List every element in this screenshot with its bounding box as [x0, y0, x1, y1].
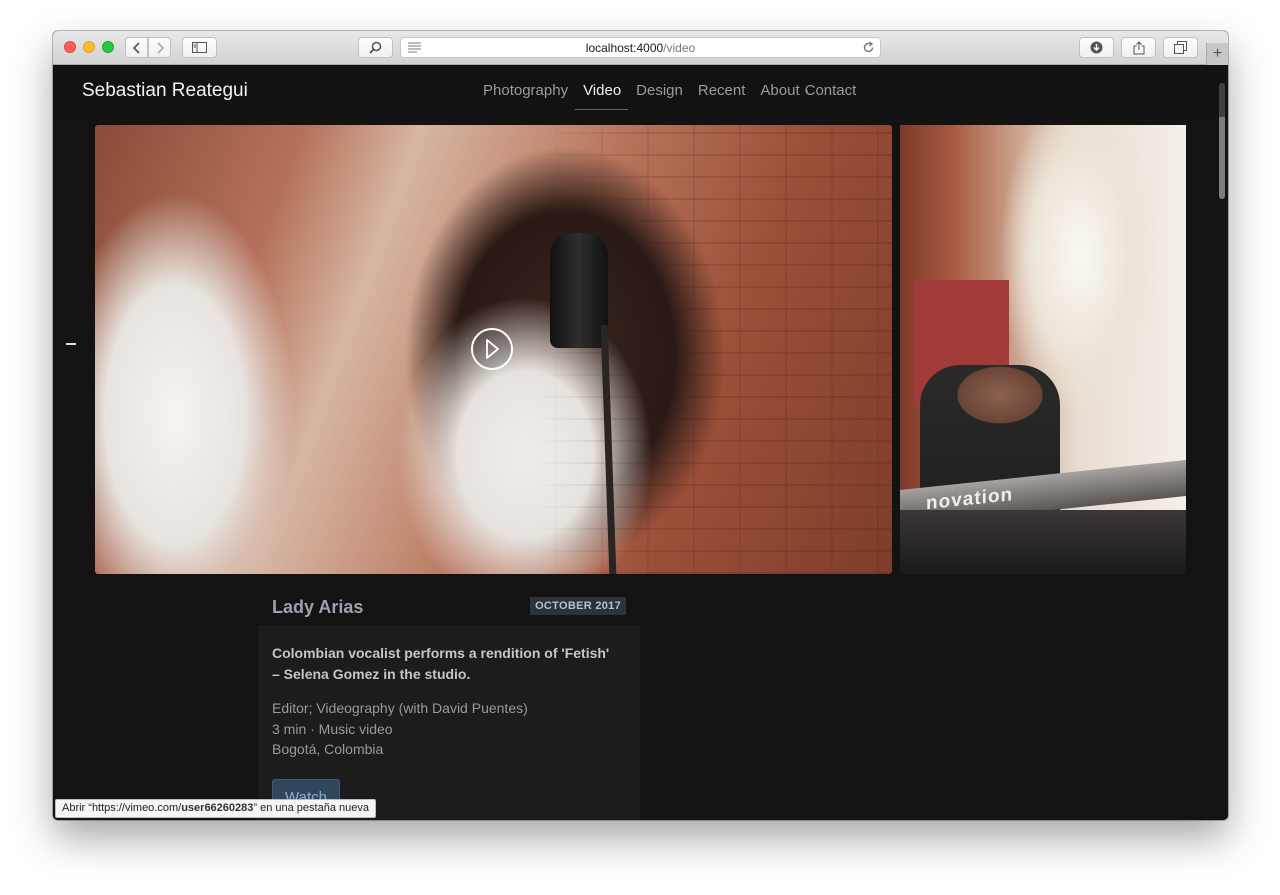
forward-button[interactable]: [148, 37, 171, 58]
status-suffix: ” en una pestaña nueva: [253, 802, 369, 814]
back-icon: [132, 41, 140, 54]
nav-design[interactable]: Design: [636, 82, 683, 99]
search-icon: [369, 41, 382, 54]
status-prefix: Abrir “https://vimeo.com/: [62, 802, 182, 814]
browser-window: localhost:4000/video + novation Sebastia…: [53, 31, 1228, 820]
sidebar-icon: [192, 42, 207, 53]
video-thumbnail-main[interactable]: [95, 125, 892, 574]
browser-toolbar: localhost:4000/video +: [53, 31, 1228, 65]
download-icon: [1090, 41, 1103, 54]
project-role: Editor; Videography (with David Puentes): [272, 700, 528, 716]
address-path: /video: [663, 40, 696, 55]
microphone: [550, 233, 608, 348]
project-meta: Editor; Videography (with David Puentes)…: [272, 698, 528, 760]
address-host: localhost:4000: [585, 40, 664, 55]
zoom-window-button[interactable]: [102, 41, 114, 53]
project-description: Colombian vocalist performs a rendition …: [272, 645, 610, 682]
project-title: Lady Arias: [272, 597, 364, 617]
project-duration-type: 3 min · Music video: [272, 720, 393, 737]
video-thumbnail-next[interactable]: novation: [900, 125, 1186, 574]
tabs-icon: [1174, 41, 1187, 54]
minimize-window-button[interactable]: [83, 41, 95, 53]
forward-icon: [156, 41, 164, 54]
nav-contact[interactable]: Contact: [805, 82, 857, 99]
keyboard-stand: [900, 510, 1186, 574]
project-location: Bogotá, Colombia: [272, 741, 384, 757]
address-bar[interactable]: localhost:4000/video: [400, 37, 881, 58]
main-nav: Photography Video Design Recent About · …: [483, 82, 871, 110]
site-header: Sebastian Reategui Photography Video Des…: [53, 65, 1228, 117]
nav-about[interactable]: About: [760, 82, 799, 99]
nav-recent[interactable]: Recent: [698, 82, 746, 99]
downloads-button[interactable]: [1079, 37, 1114, 58]
play-button[interactable]: [471, 328, 513, 370]
project-details-card: Colombian vocalist performs a rendition …: [258, 625, 640, 820]
web-page: novation Sebastian Reategui Photography …: [53, 65, 1228, 820]
share-icon: [1133, 40, 1144, 54]
reader-icon[interactable]: [408, 42, 421, 53]
sidebar-button[interactable]: [182, 37, 217, 58]
status-url: user66260283: [181, 802, 254, 814]
search-button[interactable]: [358, 37, 393, 58]
back-button[interactable]: [125, 37, 148, 58]
reload-icon[interactable]: [862, 41, 875, 54]
link-status-bar: Abrir “https://vimeo.com/user66260283” e…: [55, 799, 376, 818]
share-button[interactable]: [1121, 37, 1156, 58]
gallery-collapse-toggle[interactable]: [66, 343, 76, 345]
project-date-badge: OCTOBER 2017: [530, 597, 626, 615]
new-tab-button[interactable]: +: [1206, 43, 1228, 65]
nav-photography[interactable]: Photography: [483, 82, 568, 99]
close-window-button[interactable]: [64, 41, 76, 53]
nav-video[interactable]: Video: [575, 82, 629, 110]
project-header: Lady Arias OCTOBER 2017: [258, 583, 640, 625]
tabs-overview-button[interactable]: [1163, 37, 1198, 58]
site-brand[interactable]: Sebastian Reategui: [82, 80, 248, 102]
play-icon: [486, 339, 499, 359]
